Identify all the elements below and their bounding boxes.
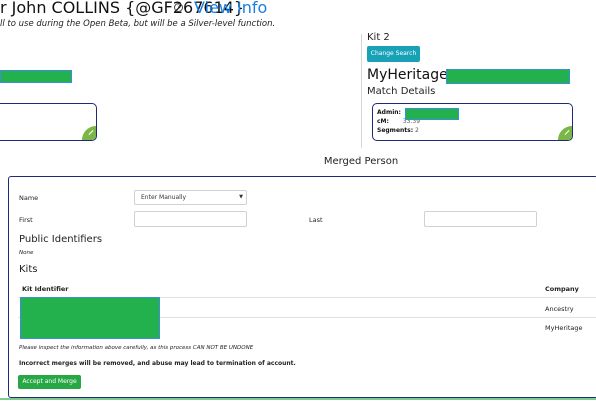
segments-value: 2 (415, 127, 419, 134)
kit1-match-card (0, 103, 97, 141)
public-identifiers-heading: Public Identifiers (19, 234, 103, 245)
merged-person-title: Merged Person (323, 156, 399, 167)
name-select[interactable]: Enter Manually ▼ (134, 190, 247, 205)
kit1-redacted-name (0, 70, 72, 83)
caret-down-icon: ▼ (239, 194, 243, 200)
name-label: Name (19, 194, 39, 202)
segments-key: Segments: (377, 127, 414, 134)
warning-text: Please inspect the information above car… (19, 345, 254, 351)
col-company: Company (545, 285, 579, 293)
beta-note: ll to use during the Open Beta, but will… (0, 19, 276, 29)
first-name-input[interactable] (134, 211, 247, 227)
kit2-match-card: Admin: cM: 33.39 Segments: 2 (372, 103, 573, 141)
col-kit-identifier: Kit Identifier (22, 285, 69, 293)
table-row-company: Ancestry (545, 305, 574, 313)
abuse-warning-text: Incorrect merges will be removed, and ab… (19, 360, 296, 367)
info-icon[interactable]: ? (174, 3, 183, 12)
kit2-redacted-name (446, 69, 570, 84)
cm-key: cM: (377, 118, 389, 125)
public-identifiers-value: None (19, 250, 34, 256)
name-select-value: Enter Manually (141, 194, 187, 201)
leaf-icon (558, 126, 572, 140)
kit2-title: MyHeritage - (367, 67, 458, 83)
change-search-button[interactable]: Change Search (367, 46, 420, 62)
leaf-icon (82, 126, 96, 140)
accept-and-merge-button[interactable]: Accept and Merge (18, 375, 81, 389)
admin-key: Admin: (377, 109, 401, 116)
kit2-redacted-admin (405, 108, 459, 120)
card-segments-row: Segments: 2 (377, 127, 419, 134)
kits-heading: Kits (19, 264, 38, 275)
kit2-label: Kit 2 (367, 32, 390, 43)
first-label: First (19, 216, 33, 224)
match-details-label: Match Details (367, 86, 436, 97)
kit-divider (361, 34, 362, 148)
card-admin-row: Admin: (377, 109, 401, 116)
last-name-input[interactable] (424, 211, 537, 227)
kits-redacted-identifiers (20, 297, 160, 339)
last-label: Last (309, 216, 323, 224)
table-row-company: MyHeritage (545, 324, 583, 332)
panel-bottom-border (0, 398, 596, 400)
view-info-link[interactable]: View Info (194, 0, 267, 17)
